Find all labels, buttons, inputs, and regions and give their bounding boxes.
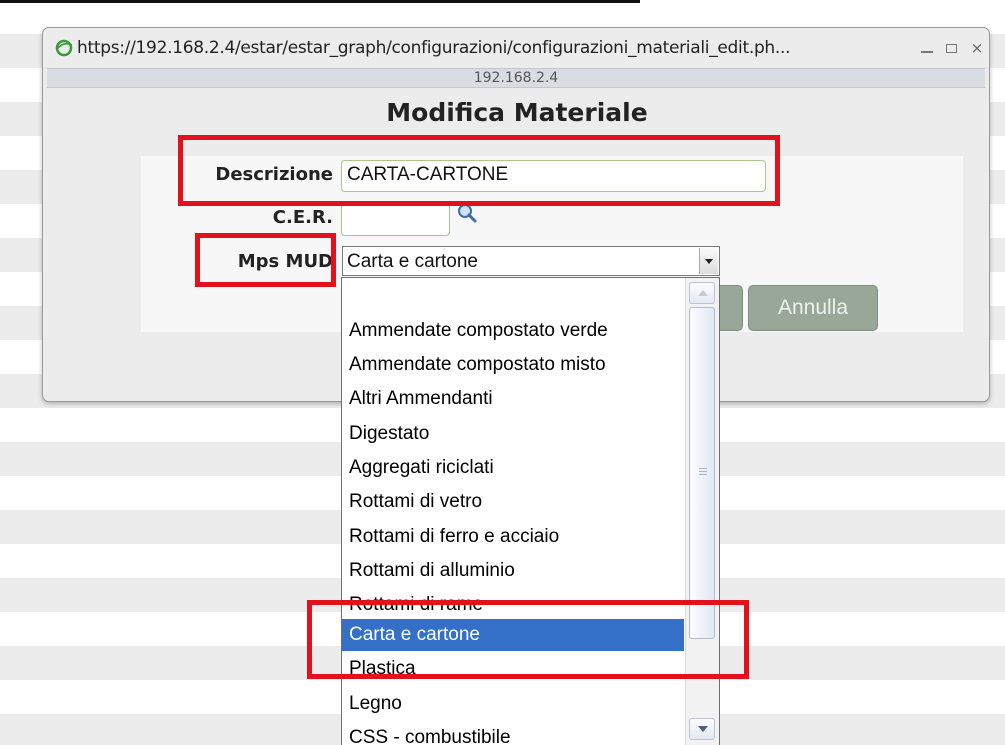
top-edge-line [0,0,640,3]
window-url: https://192.168.2.4/estar/estar_graph/co… [77,38,791,58]
dropdown-option[interactable] [342,280,684,312]
search-icon[interactable] [456,202,478,224]
descrizione-label: Descrizione [215,164,333,185]
dropdown-option[interactable]: Rottami di ferro e acciaio [342,521,684,553]
descrizione-input[interactable]: CARTA-CARTONE [341,160,766,192]
browser-icon [55,39,73,57]
dropdown-option[interactable]: Rottami di rame [342,589,684,621]
dropdown-option[interactable]: Digestato [342,418,684,450]
title-bar: https://192.168.2.4/estar/estar_graph/co… [53,34,983,64]
dropdown-option[interactable]: Rottami di alluminio [342,555,684,587]
dropdown-option[interactable]: Ammendate compostato verde [342,315,684,347]
dropdown-option[interactable]: Ammendate compostato misto [342,349,684,381]
mps-mud-select-value: Carta e cartone [347,251,478,272]
address-bar: 192.168.2.4 [47,68,985,88]
dropdown-scrollbar[interactable] [685,278,719,745]
cer-label: C.E.R. [272,207,333,228]
mps-mud-select[interactable]: Carta e cartone [342,246,720,276]
minimize-icon[interactable] [917,36,937,60]
dropdown-option[interactable]: Plastica [342,653,684,685]
dropdown-option[interactable]: Legno [342,688,684,720]
scroll-up-icon[interactable] [689,282,715,304]
dropdown-option[interactable]: Aggregati riciclati [342,452,684,484]
close-icon[interactable]: × [967,36,987,60]
dropdown-option[interactable]: Altri Ammendanti [342,383,684,415]
dropdown-option[interactable]: Rottami di vetro [342,486,684,518]
mps-mud-label: Mps MUD [237,251,333,272]
cer-input[interactable] [341,204,450,236]
scrollbar-thumb[interactable] [689,307,715,639]
scroll-down-icon[interactable] [689,718,715,740]
mps-mud-dropdown-list[interactable]: Ammendate compostato verde Ammendate com… [341,277,720,745]
chevron-down-icon[interactable] [699,248,718,274]
page-title: Modifica Materiale [386,98,648,127]
dropdown-option-selected[interactable]: Carta e cartone [342,619,684,651]
maximize-icon[interactable] [941,36,961,60]
annulla-button[interactable]: Annulla [748,285,878,331]
dropdown-option[interactable]: CSS - combustibile [342,722,684,745]
